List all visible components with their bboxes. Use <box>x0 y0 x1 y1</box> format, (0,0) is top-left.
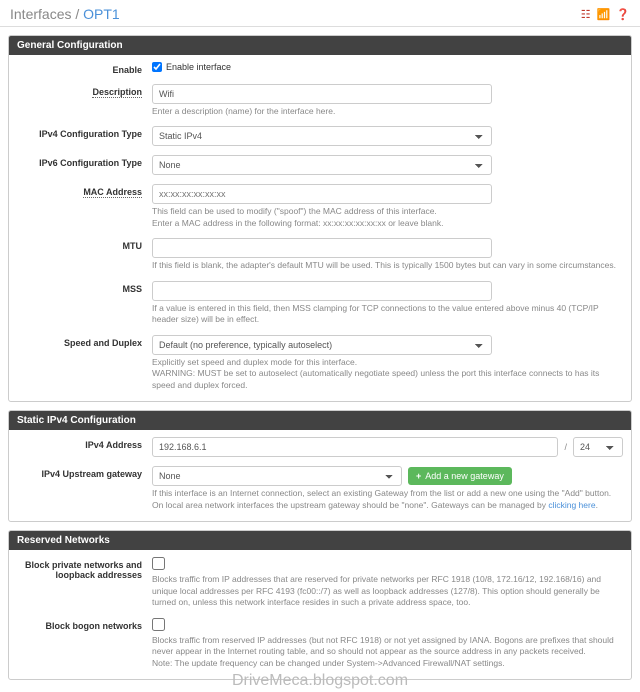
breadcrumb-current[interactable]: OPT1 <box>83 6 120 22</box>
stats-icon[interactable]: 📶 <box>597 8 611 21</box>
add-gateway-button[interactable]: + Add a new gateway <box>408 467 512 485</box>
panel-header-static: Static IPv4 Configuration <box>9 411 631 430</box>
mac-help: This field can be used to modify ("spoof… <box>152 206 623 229</box>
breadcrumb-sep: / <box>75 6 79 22</box>
description-input[interactable] <box>152 84 492 104</box>
plus-icon: + <box>416 471 421 481</box>
label-mss: MSS <box>17 281 152 294</box>
enable-checkbox[interactable] <box>152 62 162 72</box>
enable-checkbox-label: Enable interface <box>166 62 231 72</box>
cidr-slash: / <box>562 442 569 452</box>
label-description: Description <box>92 87 142 98</box>
label-mtu: MTU <box>17 238 152 251</box>
label-block-private: Block private networks and loopback addr… <box>17 557 152 580</box>
mtu-help: If this field is blank, the adapter's de… <box>152 260 623 271</box>
label-ipv6type: IPv6 Configuration Type <box>17 155 152 168</box>
ipv6type-select[interactable]: None <box>152 155 492 175</box>
label-enable: Enable <box>17 62 152 75</box>
breadcrumb-path: Interfaces / OPT1 <box>10 6 120 22</box>
breadcrumb: Interfaces / OPT1 ☷ 📶 ❓ <box>0 0 640 27</box>
panel-static: Static IPv4 Configuration IPv4 Address /… <box>8 410 632 522</box>
ipv4type-select[interactable]: Static IPv4 <box>152 126 492 146</box>
settings-icon[interactable]: ☷ <box>581 8 591 21</box>
panel-header-reserved: Reserved Networks <box>9 531 631 550</box>
ipv4-input[interactable] <box>152 437 558 457</box>
block-private-help: Blocks traffic from IP addresses that ar… <box>152 574 623 608</box>
speed-select[interactable]: Default (no preference, typically autose… <box>152 335 492 355</box>
block-private-checkbox[interactable] <box>152 557 165 570</box>
enable-checkbox-wrap[interactable]: Enable interface <box>152 62 623 72</box>
panel-general: General Configuration Enable Enable inte… <box>8 35 632 402</box>
block-bogon-help: Blocks traffic from reserved IP addresse… <box>152 635 623 669</box>
panel-reserved: Reserved Networks Block private networks… <box>8 530 632 680</box>
gateway-help: If this interface is an Internet connect… <box>152 488 623 511</box>
mss-help: If a value is entered in this field, the… <box>152 303 623 326</box>
mss-input[interactable] <box>152 281 492 301</box>
breadcrumb-root[interactable]: Interfaces <box>10 6 71 22</box>
panel-header-general: General Configuration <box>9 36 631 55</box>
watermark: DriveMeca.blogspot.com <box>0 672 640 692</box>
help-icon[interactable]: ❓ <box>616 8 630 21</box>
label-gateway: IPv4 Upstream gateway <box>17 466 152 479</box>
label-speed: Speed and Duplex <box>17 335 152 348</box>
mac-input[interactable] <box>152 184 492 204</box>
header-actions: ☷ 📶 ❓ <box>581 8 630 21</box>
label-ipv4type: IPv4 Configuration Type <box>17 126 152 139</box>
label-block-bogon: Block bogon networks <box>17 618 152 631</box>
gateway-select[interactable]: None <box>152 466 402 486</box>
description-help: Enter a description (name) for the inter… <box>152 106 623 117</box>
add-gateway-label: Add a new gateway <box>425 471 504 481</box>
label-mac: MAC Address <box>83 187 142 198</box>
label-ipv4addr: IPv4 Address <box>17 437 152 450</box>
gateway-help-link[interactable]: clicking here <box>548 500 595 510</box>
mtu-input[interactable] <box>152 238 492 258</box>
speed-help: Explicitly set speed and duplex mode for… <box>152 357 623 391</box>
cidr-select[interactable]: 24 <box>573 437 623 457</box>
block-bogon-checkbox[interactable] <box>152 618 165 631</box>
